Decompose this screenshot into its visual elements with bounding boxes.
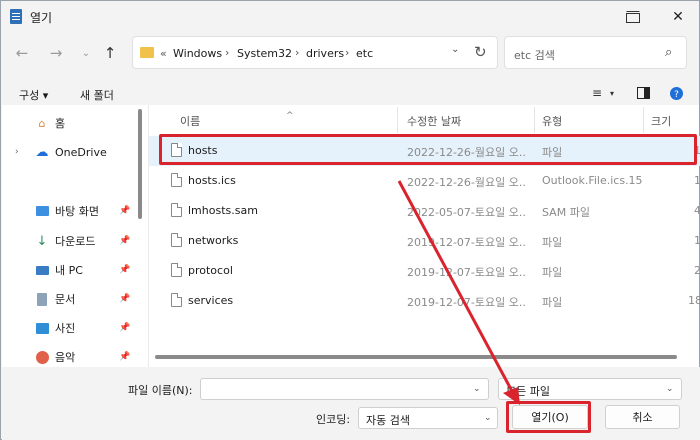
annotation-arrow — [397, 180, 520, 405]
open-dialog: 열기 ✕ ← → ⌄ ↑ « Windows › System32 › driv… — [0, 0, 700, 440]
